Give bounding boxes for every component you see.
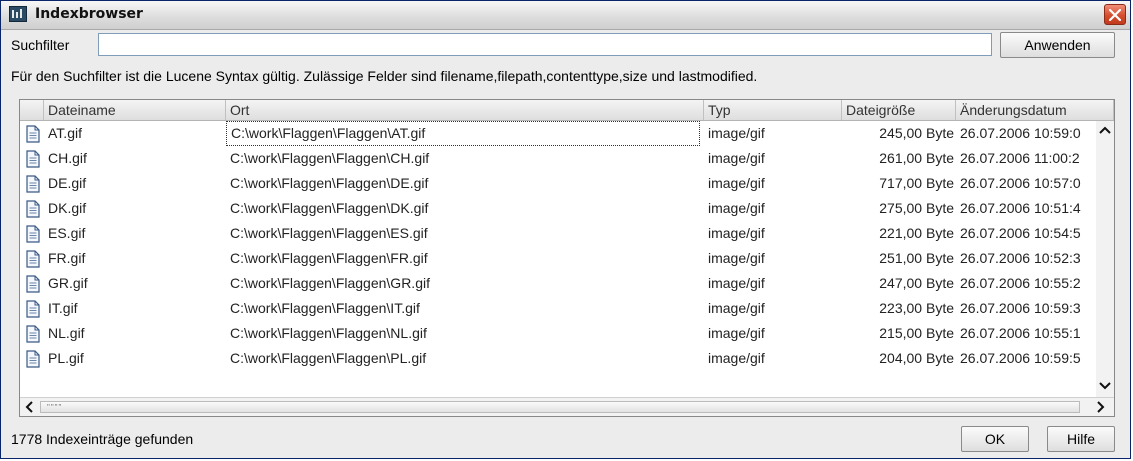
document-icon xyxy=(26,150,40,168)
cell-type: image/gif xyxy=(708,200,765,216)
cell-modified: 26.07.2006 10:59:5 xyxy=(960,350,1081,366)
cell-location: C:\work\Flaggen\Flaggen\DE.gif xyxy=(230,175,429,191)
table-row[interactable]: DK.gif C:\work\Flaggen\Flaggen\DK.gif imag… xyxy=(20,196,1096,221)
cell-location: C:\work\Flaggen\Flaggen\IT.gif xyxy=(230,300,420,316)
title-bar[interactable]: Indexbrowser xyxy=(1,1,1130,30)
apply-button[interactable]: Anwenden xyxy=(1000,32,1115,58)
ok-button[interactable]: OK xyxy=(961,426,1029,452)
horizontal-scrollbar[interactable]: """" xyxy=(20,397,1114,416)
scroll-left-icon[interactable] xyxy=(20,398,38,416)
cell-type: image/gif xyxy=(708,325,765,341)
cell-size: 275,00 Byte xyxy=(879,200,954,216)
cell-size: 204,00 Byte xyxy=(879,350,954,366)
document-icon xyxy=(26,275,40,293)
table-row[interactable]: GR.gif C:\work\Flaggen\Flaggen\GR.gif imag… xyxy=(20,271,1096,296)
cell-size: 245,00 Byte xyxy=(879,125,954,141)
cell-type: image/gif xyxy=(708,350,765,366)
cell-filename: ES.gif xyxy=(48,225,86,241)
document-icon xyxy=(26,250,40,268)
cell-filename: DK.gif xyxy=(48,200,87,216)
help-button[interactable]: Hilfe xyxy=(1047,426,1115,452)
scroll-grip-icon: """" xyxy=(47,403,63,412)
cell-type: image/gif xyxy=(708,250,765,266)
cell-type: image/gif xyxy=(708,125,765,141)
cell-size: 261,00 Byte xyxy=(879,150,954,166)
window-title: Indexbrowser xyxy=(35,6,143,22)
scroll-right-icon[interactable] xyxy=(1092,398,1110,416)
cell-location: C:\work\Flaggen\Flaggen\CH.gif xyxy=(230,150,430,166)
cell-size: 223,00 Byte xyxy=(879,300,954,316)
cell-modified: 26.07.2006 10:57:0 xyxy=(960,175,1081,191)
cell-modified: 26.07.2006 10:55:2 xyxy=(960,275,1081,291)
document-icon xyxy=(26,125,40,143)
search-filter-input[interactable] xyxy=(98,33,992,56)
cell-type: image/gif xyxy=(708,150,765,166)
indexbrowser-window: Indexbrowser Suchfilter Anwenden Für den… xyxy=(0,0,1131,459)
index-table: Dateiname Ort Typ Dateigröße Änderungsda… xyxy=(19,99,1115,417)
cell-size: 717,00 Byte xyxy=(879,175,954,191)
horizontal-scroll-thumb[interactable]: """" xyxy=(40,401,1080,413)
scroll-up-icon[interactable] xyxy=(1096,121,1114,139)
cell-modified: 26.07.2006 10:59:0 xyxy=(960,125,1081,141)
cell-size: 215,00 Byte xyxy=(879,325,954,341)
table-row[interactable]: DE.gif C:\work\Flaggen\Flaggen\DE.gif imag… xyxy=(20,171,1096,196)
table-row[interactable]: NL.gif C:\work\Flaggen\Flaggen\NL.gif imag… xyxy=(20,321,1096,346)
status-text: 1778 Indexeinträge gefunden xyxy=(11,431,194,447)
cell-filename: FR.gif xyxy=(48,250,86,266)
close-button[interactable] xyxy=(1104,4,1126,25)
table-row[interactable]: ES.gif C:\work\Flaggen\Flaggen\ES.gif imag… xyxy=(20,221,1096,246)
document-icon xyxy=(26,325,40,343)
cell-filename: IT.gif xyxy=(48,300,78,316)
cell-modified: 26.07.2006 10:52:3 xyxy=(960,250,1081,266)
cell-size: 251,00 Byte xyxy=(879,250,954,266)
table-row[interactable]: FR.gif C:\work\Flaggen\Flaggen\FR.gif imag… xyxy=(20,246,1096,271)
cell-location: C:\work\Flaggen\Flaggen\FR.gif xyxy=(230,250,428,266)
header-icon-column xyxy=(20,100,44,120)
cell-filename: GR.gif xyxy=(48,275,88,291)
cell-filename: CH.gif xyxy=(48,150,87,166)
table-row[interactable]: CH.gif C:\work\Flaggen\Flaggen\CH.gif imag… xyxy=(20,146,1096,171)
cell-modified: 26.07.2006 10:55:1 xyxy=(960,325,1081,341)
cell-location: C:\work\Flaggen\Flaggen\NL.gif xyxy=(230,325,427,341)
cell-type: image/gif xyxy=(708,300,765,316)
cell-filename: DE.gif xyxy=(48,175,87,191)
column-header-filename[interactable]: Dateiname xyxy=(44,100,226,120)
cell-modified: 26.07.2006 10:54:5 xyxy=(960,225,1081,241)
cell-location: C:\work\Flaggen\Flaggen\PL.gif xyxy=(230,350,427,366)
close-icon xyxy=(1109,9,1121,21)
cell-type: image/gif xyxy=(708,175,765,191)
table-row[interactable]: AT.gif C:\work\Flaggen\Flaggen\AT.gif imag… xyxy=(20,121,1096,146)
table-row[interactable]: IT.gif C:\work\Flaggen\Flaggen\IT.gif imag… xyxy=(20,296,1096,321)
document-icon xyxy=(26,300,40,318)
table-row[interactable]: PL.gif C:\work\Flaggen\Flaggen\PL.gif imag… xyxy=(20,346,1096,371)
vertical-scrollbar[interactable] xyxy=(1096,121,1114,397)
cell-modified: 26.07.2006 10:51:4 xyxy=(960,200,1081,216)
scroll-down-icon[interactable] xyxy=(1096,377,1114,395)
cell-filename: PL.gif xyxy=(48,350,84,366)
cell-location: C:\work\Flaggen\Flaggen\AT.gif xyxy=(226,121,700,146)
column-header-size[interactable]: Dateigröße xyxy=(842,100,956,120)
column-header-modified[interactable]: Änderungsdatum xyxy=(956,100,1114,120)
column-header-type[interactable]: Typ xyxy=(704,100,842,120)
cell-type: image/gif xyxy=(708,225,765,241)
cell-size: 247,00 Byte xyxy=(879,275,954,291)
cell-modified: 26.07.2006 11:00:2 xyxy=(960,150,1080,166)
document-icon xyxy=(26,200,40,218)
table-header: Dateiname Ort Typ Dateigröße Änderungsda… xyxy=(20,100,1114,121)
document-icon xyxy=(26,225,40,243)
document-icon xyxy=(26,350,40,368)
cell-size: 221,00 Byte xyxy=(879,225,954,241)
cell-modified: 26.07.2006 10:59:3 xyxy=(960,300,1081,316)
cell-filename: NL.gif xyxy=(48,325,85,341)
cell-type: image/gif xyxy=(708,275,765,291)
syntax-hint: Für den Suchfilter ist die Lucene Syntax… xyxy=(11,68,758,84)
app-icon xyxy=(9,6,27,22)
document-icon xyxy=(26,175,40,193)
cell-location: C:\work\Flaggen\Flaggen\DK.gif xyxy=(230,200,429,216)
cell-location: C:\work\Flaggen\Flaggen\GR.gif xyxy=(230,275,430,291)
search-filter-label: Suchfilter xyxy=(11,37,70,53)
cell-location: C:\work\Flaggen\Flaggen\ES.gif xyxy=(230,225,428,241)
cell-filename: AT.gif xyxy=(48,125,82,141)
column-header-location[interactable]: Ort xyxy=(226,100,704,120)
